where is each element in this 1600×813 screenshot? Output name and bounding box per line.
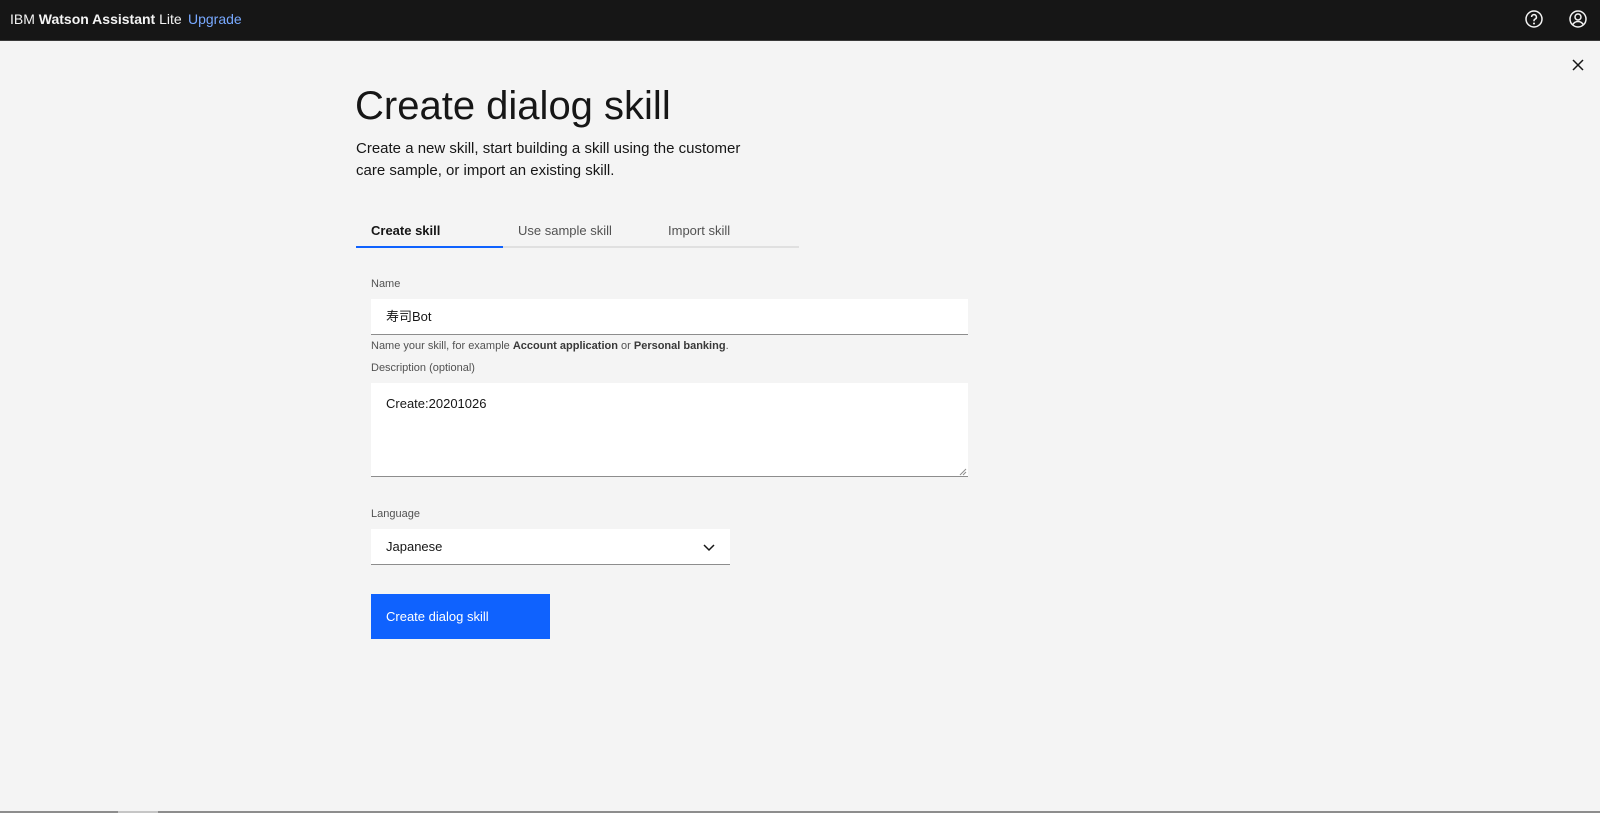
resize-handle-icon[interactable] (957, 466, 967, 476)
help-icon[interactable] (1522, 7, 1546, 31)
helper-example-2: Personal banking (633, 340, 726, 352)
upgrade-link[interactable]: Upgrade (188, 11, 242, 27)
language-select[interactable]: Japanese (371, 529, 730, 565)
description-label: Description (optional) (371, 362, 475, 374)
tab-use-sample-skill[interactable]: Use sample skill (503, 216, 653, 248)
product-name: IBM Watson Assistant Lite (10, 11, 182, 27)
brand-prefix: IBM (10, 11, 39, 27)
name-label: Name (371, 278, 401, 290)
tab-import-skill[interactable]: Import skill (653, 216, 799, 248)
page-subtitle: Create a new skill, start building a ski… (356, 140, 741, 179)
brand-bold: Watson Assistant (38, 11, 156, 27)
skill-tabs: Create skill Use sample skill Import ski… (356, 216, 799, 248)
create-dialog-skill-button[interactable]: Create dialog skill (371, 594, 550, 639)
close-icon[interactable] (1566, 53, 1590, 77)
chevron-down-icon (703, 544, 715, 552)
name-helper-text: Name your skill, for example Account app… (371, 340, 729, 352)
tab-create-skill[interactable]: Create skill (356, 216, 503, 248)
language-label: Language (371, 508, 420, 520)
language-selected-value: Japanese (386, 539, 443, 554)
page-title: Create dialog skill (355, 84, 671, 128)
helper-mid: or (617, 340, 634, 352)
helper-example-1: Account application (512, 340, 618, 352)
description-textarea[interactable]: Create:20201026 (371, 383, 968, 477)
user-avatar-icon[interactable] (1566, 7, 1590, 31)
helper-prefix: Name your skill, for example (371, 340, 513, 352)
brand-suffix: Lite (155, 11, 182, 27)
top-navigation-bar: IBM Watson Assistant Lite Upgrade (0, 0, 1600, 41)
helper-suffix: . (725, 340, 729, 352)
name-input[interactable]: 寿司Bot (371, 299, 968, 335)
